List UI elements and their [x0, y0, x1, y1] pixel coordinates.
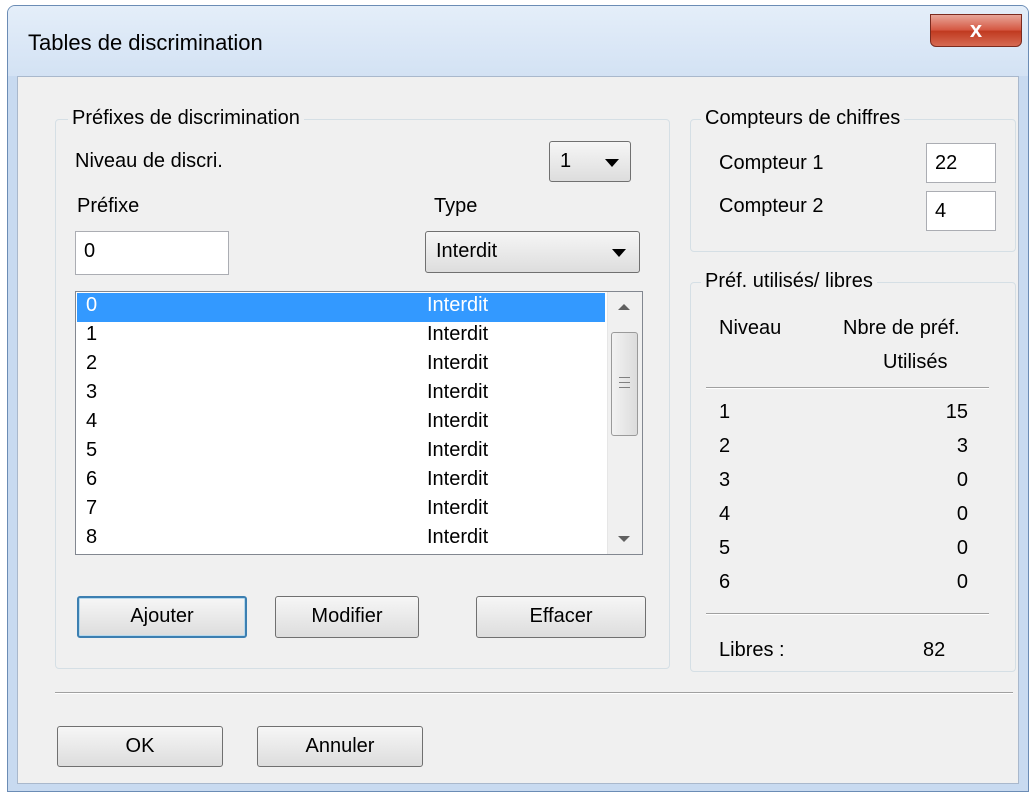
delete-button[interactable]: Effacer: [476, 596, 646, 638]
stats-row-used: 15: [945, 401, 968, 423]
stats-group-title: Préf. utilisés/ libres: [701, 270, 877, 293]
cancel-button[interactable]: Annuler: [257, 726, 423, 767]
list-item-type: Interdit: [427, 468, 489, 490]
counter1-label: Compteur 1: [719, 152, 824, 174]
list-item-type: Interdit: [427, 294, 489, 316]
prefix-input-value: 0: [84, 240, 96, 262]
list-item-type: Interdit: [427, 323, 489, 345]
add-button[interactable]: Ajouter: [77, 596, 247, 638]
free-label: Libres :: [719, 639, 785, 661]
list-item-prefix: 6: [86, 468, 98, 490]
list-item-type: Interdit: [427, 381, 489, 403]
type-combobox[interactable]: Interdit: [425, 231, 640, 273]
stats-row-used: 0: [956, 469, 968, 491]
stats-rows: 1 15 2 3 3 0 4 0 5 0 6 0: [710, 401, 978, 593]
list-item-prefix: 8: [86, 526, 98, 548]
grip-icon: [619, 382, 630, 385]
counter1-input[interactable]: 22: [926, 143, 996, 183]
stats-row-used: 3: [956, 435, 968, 457]
free-value: 82: [923, 639, 946, 661]
ok-button[interactable]: OK: [57, 726, 223, 767]
title-bar[interactable]: Tables de discrimination x: [8, 6, 1028, 76]
stats-footer-divider: [706, 613, 989, 615]
counters-group: Compteurs de chiffres: [690, 107, 1016, 252]
stats-row-level: 2: [719, 435, 731, 457]
list-item-prefix: 5: [86, 439, 98, 461]
stats-col-count-line1: Nbre de préf.: [843, 317, 960, 339]
list-item-prefix: 3: [86, 381, 98, 403]
list-item[interactable]: 5 Interdit: [77, 438, 605, 467]
grip-icon: [619, 377, 630, 380]
stats-row: 50: [710, 537, 978, 567]
stats-row-used: 0: [956, 537, 968, 559]
modify-button[interactable]: Modifier: [275, 596, 419, 638]
list-item[interactable]: 2 Interdit: [77, 351, 605, 380]
list-scrollbar[interactable]: [607, 292, 642, 554]
type-combobox-value: Interdit: [436, 240, 498, 262]
close-icon: x: [969, 17, 983, 42]
prefix-input[interactable]: 0: [75, 231, 229, 275]
counter2-label: Compteur 2: [719, 195, 824, 217]
stats-row: 23: [710, 435, 978, 465]
level-combobox[interactable]: 1: [549, 141, 631, 182]
stats-row: 40: [710, 503, 978, 533]
stats-row-level: 6: [719, 571, 731, 593]
chevron-down-icon: [612, 249, 626, 257]
grip-icon: [619, 387, 630, 390]
list-item[interactable]: 7 Interdit: [77, 496, 605, 525]
stats-row: 30: [710, 469, 978, 499]
list-item-prefix: 0: [86, 294, 98, 316]
list-item-prefix: 2: [86, 352, 98, 374]
stats-row-level: 5: [719, 537, 731, 559]
stats-row-level: 4: [719, 503, 731, 525]
counter1-value: 22: [935, 152, 958, 174]
stats-header-divider: [706, 387, 989, 389]
footer-separator: [55, 692, 1013, 694]
list-item-prefix: 1: [86, 323, 98, 345]
scroll-down-arrow-icon[interactable]: [618, 536, 630, 542]
stats-row-level: 1: [719, 401, 731, 423]
list-item-type: Interdit: [427, 439, 489, 461]
list-item-type: Interdit: [427, 497, 489, 519]
prefix-listbox[interactable]: 0 Interdit 1 Interdit 2 Interdit 3 Interdit 4 Int…: [75, 291, 643, 555]
counter2-input[interactable]: 4: [926, 191, 996, 231]
prefixes-group-title: Préfixes de discrimination: [68, 107, 304, 130]
counters-group-title: Compteurs de chiffres: [701, 107, 905, 130]
prefix-label: Préfixe: [77, 195, 140, 217]
list-item-prefix: 7: [86, 497, 98, 519]
close-button[interactable]: x: [930, 14, 1022, 47]
stats-row-used: 0: [956, 571, 968, 593]
dialog-client-area: Préfixes de discrimination Niveau de dis…: [17, 76, 1019, 784]
level-combobox-value: 1: [560, 150, 572, 172]
list-item[interactable]: 0 Interdit: [77, 293, 605, 322]
stats-row: 60: [710, 571, 978, 601]
type-label: Type: [434, 195, 478, 217]
list-item[interactable]: 8 Interdit: [77, 525, 605, 554]
list-item-type: Interdit: [427, 410, 489, 432]
list-item[interactable]: 6 Interdit: [77, 467, 605, 496]
stats-col-level: Niveau: [719, 317, 782, 339]
stats-col-count-line2: Utilisés: [883, 351, 948, 373]
window-title: Tables de discrimination: [28, 30, 263, 55]
list-item[interactable]: 1 Interdit: [77, 322, 605, 351]
level-label: Niveau de discri.: [75, 150, 223, 172]
list-item-type: Interdit: [427, 352, 489, 374]
stats-row: 1 15: [710, 401, 978, 431]
counter2-value: 4: [935, 200, 947, 222]
list-item[interactable]: 4 Interdit: [77, 409, 605, 438]
stats-row-level: 3: [719, 469, 731, 491]
list-item[interactable]: 3 Interdit: [77, 380, 605, 409]
chevron-down-icon: [605, 159, 619, 167]
stats-row-used: 0: [956, 503, 968, 525]
scroll-up-arrow-icon[interactable]: [618, 304, 630, 310]
list-item-prefix: 4: [86, 410, 98, 432]
scrollbar-thumb[interactable]: [611, 332, 638, 436]
dialog-window: Tables de discrimination x Préfixes de d…: [7, 5, 1029, 792]
list-item-type: Interdit: [427, 526, 489, 548]
